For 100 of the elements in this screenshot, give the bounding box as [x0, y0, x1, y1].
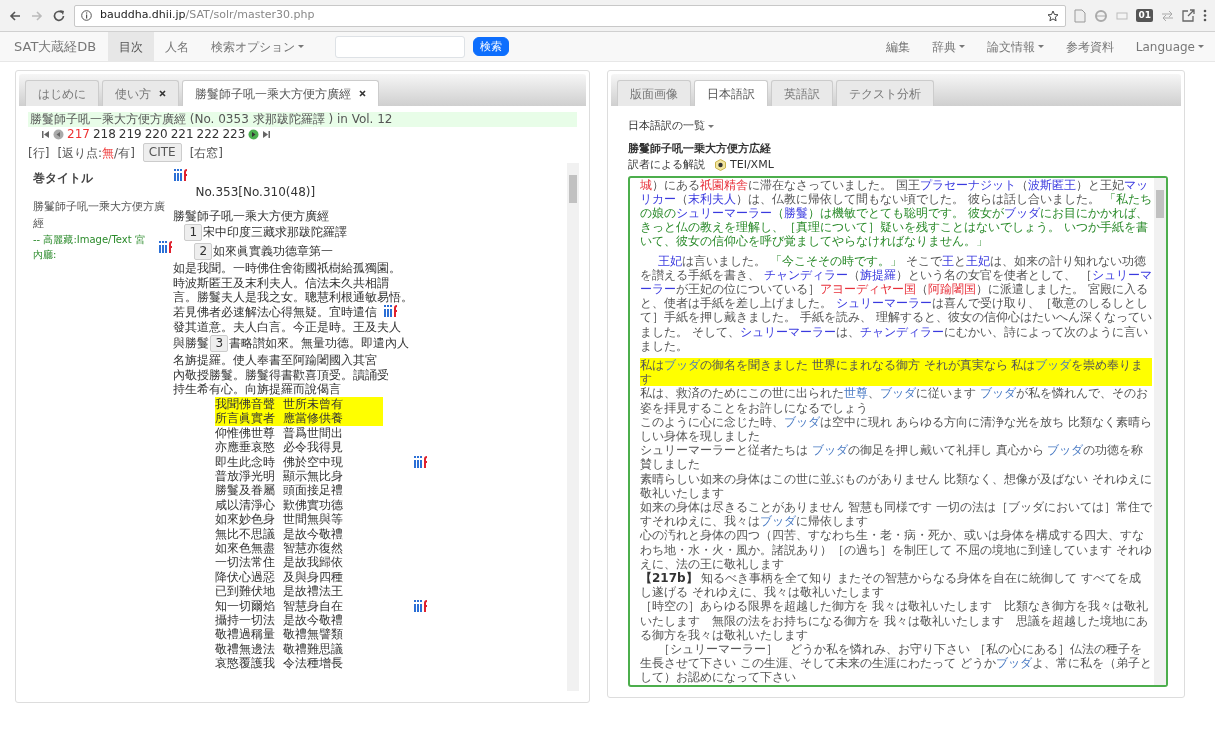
- scroll-thumb[interactable]: [569, 175, 577, 203]
- verse-text: 是故今敬禮: [283, 613, 344, 628]
- text-line: 如來眞實義功德章第一: [213, 244, 334, 259]
- tei-xml-link[interactable]: TEI/XML: [730, 157, 774, 174]
- verse-line: 素晴らしい如来の身体はこの世に並ぶものがありません 比類なく、想像が及ばない それゆえに敬礼いたします: [640, 471, 1152, 500]
- verse-text: 降伏心過惡: [215, 569, 276, 585]
- verse-text: 敬禮無譬類: [283, 627, 344, 642]
- tab[interactable]: 英語訳: [771, 80, 833, 106]
- logo-icon[interactable]: [383, 304, 399, 317]
- text-line: 若見佛者必速解法心得無疑。宜時遣信: [173, 304, 378, 319]
- first-page-icon[interactable]: [41, 130, 50, 139]
- separator-text: /: [114, 144, 119, 162]
- verse-text: 仰惟佛世尊: [215, 425, 276, 441]
- tab[interactable]: テクスト分析: [836, 80, 934, 106]
- star-icon[interactable]: [1047, 9, 1060, 22]
- nav-link[interactable]: 編集: [874, 31, 921, 62]
- page-link[interactable]: 217: [67, 127, 90, 142]
- verse-text: 如來色無盡: [215, 541, 276, 556]
- back-arrow-icon[interactable]: [8, 8, 22, 23]
- scroll-thumb[interactable]: [1156, 189, 1164, 218]
- page-link[interactable]: 222: [196, 127, 220, 142]
- page-link[interactable]: 220: [144, 127, 168, 142]
- verse-text: 敬禮過稱量: [215, 627, 276, 642]
- verse-text: 智慧身自在: [283, 598, 344, 614]
- translation-title: 勝鬘師子吼一乗大方便方広経: [628, 140, 772, 157]
- page-link[interactable]: 223: [222, 127, 246, 142]
- last-page-icon[interactable]: [262, 130, 272, 139]
- dropdown-menu-link[interactable]: 日本語訳の一覧: [628, 118, 714, 135]
- verse-text: 無比不思議: [215, 526, 276, 541]
- page-link[interactable]: 219: [118, 127, 142, 142]
- verse-text: 必令我得見: [283, 440, 344, 455]
- search-field[interactable]: [335, 35, 466, 58]
- logo-icon[interactable]: [413, 599, 429, 612]
- tab[interactable]: 日本語訳: [694, 80, 768, 106]
- nav-link[interactable]: 人名: [154, 31, 201, 62]
- verse-text: 我聞佛音聲: [215, 396, 276, 412]
- caret-icon: [958, 45, 965, 48]
- dropdown-menu-link[interactable]: Language: [1124, 31, 1215, 62]
- verse-text: 所言眞實者: [215, 411, 276, 426]
- tab[interactable]: 版面画像: [617, 80, 691, 106]
- logo-icon[interactable]: [158, 241, 174, 253]
- tab[interactable]: 使い方: [102, 80, 179, 106]
- hexagon-icon[interactable]: [715, 159, 726, 172]
- scrollbar[interactable]: [567, 163, 579, 691]
- option-link[interactable]: 有: [118, 143, 131, 162]
- dropdown-menu-link[interactable]: 論文情報: [975, 31, 1055, 62]
- caret-icon: [298, 45, 305, 48]
- text-line: 內敬授勝鬘。勝鬘得書歡喜頂受。讀誦受: [173, 367, 390, 382]
- option-label: [返り点:: [57, 144, 103, 162]
- scrollbar[interactable]: [1154, 177, 1166, 685]
- text-line: 勝鬘師子吼一乘大方便方廣經: [173, 208, 330, 223]
- line-toggle-link[interactable]: [行]: [28, 143, 50, 162]
- cite-button[interactable]: CITE: [142, 143, 182, 162]
- logo-icon[interactable]: [413, 455, 429, 468]
- verse-text: 是故今敬禮: [283, 526, 344, 541]
- dropdown-menu-link[interactable]: 辞典: [920, 31, 976, 62]
- right-window-link[interactable]: [右窓]: [189, 143, 224, 162]
- verse-text: 咸以清淨心: [215, 497, 276, 513]
- caret-icon: [1037, 45, 1044, 48]
- menu-icon[interactable]: [1203, 9, 1207, 22]
- commentary-link[interactable]: 訳者による解説: [628, 157, 705, 174]
- verse-line: 私は、救済のためにこの世に出られた世尊、ブッダに従います ブッダが私を憐れんで、そのお姿を拝見することをお許しになるでしょう: [640, 386, 1149, 415]
- search-button[interactable]: 検索: [473, 37, 510, 56]
- url-text: bauddha.dhii.jp/SAT/solr/master30.php: [100, 7, 316, 24]
- line-number-button[interactable]: 3: [210, 335, 229, 353]
- caret-icon: [708, 124, 714, 128]
- close-icon[interactable]: [159, 90, 166, 97]
- text-line: 名旃提羅。使人奉書至阿踰闍國入其宮: [173, 353, 378, 368]
- extension-badge[interactable]: 01: [1136, 9, 1153, 22]
- verse-text: 一切法常住: [215, 555, 276, 570]
- line-number-button[interactable]: 2: [194, 243, 213, 261]
- reload-icon[interactable]: [52, 8, 66, 23]
- nav-link[interactable]: 参考資料: [1054, 31, 1125, 62]
- verse-text: 普放淨光明: [215, 468, 276, 484]
- line-number-button[interactable]: 1: [184, 224, 203, 242]
- verse-text: 顯示無比身: [283, 468, 344, 484]
- logo-icon[interactable]: [173, 169, 189, 181]
- volume-header: 勝鬘師子吼一乘大方便方廣經 (No. 0353 求那跋陀羅譯 ) in Vol. 12: [28, 112, 577, 127]
- close-icon[interactable]: [359, 90, 366, 97]
- external-link-icon[interactable]: [1182, 9, 1195, 22]
- tab[interactable]: 勝鬘師子吼一乘大方便方廣經: [182, 80, 379, 106]
- verse-line: 如来の身体は尽きることがありません 智慧も同様です 一切の法は［ブッダにおいては］常住ですそれゆえに、我々はブッダに帰依します: [640, 499, 1152, 529]
- source-links[interactable]: -- 高麗藏:Image/Text 宮內廳:: [33, 232, 155, 262]
- dropdown-menu-link[interactable]: 検索オプション: [200, 31, 316, 62]
- verse-text: 是故禮法王: [283, 584, 344, 599]
- brand-link[interactable]: SAT大蔵経DB: [8, 36, 109, 57]
- address-bar[interactable]: bauddha.dhii.jp/SAT/solr/master30.php: [74, 4, 1067, 27]
- option-link[interactable]: 無: [102, 143, 115, 162]
- verse-text: 歎佛實功德: [283, 497, 344, 513]
- page-link[interactable]: 221: [170, 127, 194, 142]
- previous-icon[interactable]: [53, 129, 64, 140]
- verse-text: 普爲世間出: [283, 425, 344, 441]
- tab[interactable]: はじめに: [25, 80, 99, 106]
- page-link[interactable]: 218: [92, 127, 116, 142]
- verse-line: このように心に念じた時、ブッダは空中に現れ あらゆる方向に清浄な光を放ち 比類なく素晴らしい身体を現しました: [640, 414, 1152, 444]
- next-icon[interactable]: [248, 129, 260, 140]
- caret-icon: [1198, 45, 1204, 48]
- text-number: No.353[No.310(48)]: [195, 184, 316, 199]
- text-line: 言。勝鬘夫人是我之女。聰慧利根通敏易悟。: [173, 290, 414, 305]
- nav-link[interactable]: 目次: [108, 31, 155, 62]
